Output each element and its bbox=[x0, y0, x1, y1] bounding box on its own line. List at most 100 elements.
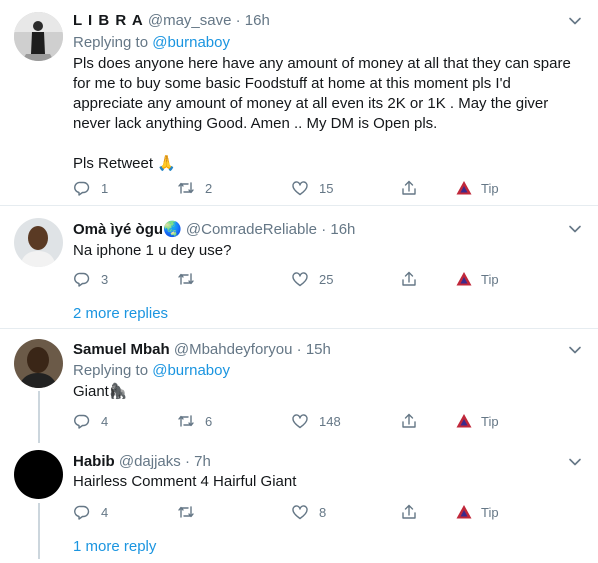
tip-button[interactable]: Tip bbox=[455, 411, 499, 431]
reply-count: 4 bbox=[101, 504, 109, 520]
reply-icon bbox=[74, 181, 90, 196]
user-handle[interactable]: @Mbahdeyforyou bbox=[174, 341, 293, 358]
like-icon bbox=[292, 272, 308, 287]
retweet-count: 6 bbox=[205, 413, 213, 429]
replying-to: Replying to @burnaboy bbox=[73, 33, 230, 52]
avatar[interactable] bbox=[14, 12, 63, 61]
show-more-replies-link[interactable]: 1 more reply bbox=[73, 538, 156, 555]
thread-line bbox=[38, 503, 40, 559]
timestamp[interactable]: 7h bbox=[194, 453, 211, 470]
tweet-actions: 3 25 Tip bbox=[73, 269, 593, 289]
reply-icon bbox=[74, 272, 90, 287]
show-more-replies-link[interactable]: 2 more replies bbox=[73, 305, 168, 322]
like-count: 15 bbox=[319, 180, 334, 196]
share-icon bbox=[402, 413, 416, 428]
separator: · bbox=[296, 341, 302, 358]
tweet-header: Habib @dajjaks · 7h bbox=[73, 452, 211, 471]
tweet-actions: 1 2 15 Tip bbox=[73, 178, 593, 198]
chevron-down-icon[interactable] bbox=[566, 341, 584, 359]
display-name[interactable]: Habib bbox=[73, 453, 115, 470]
mention-link[interactable]: @burnaboy bbox=[152, 34, 230, 51]
reply-button[interactable]: 3 bbox=[73, 269, 108, 289]
replying-to: Replying to @burnaboy bbox=[73, 361, 230, 380]
user-handle[interactable]: @may_save bbox=[148, 12, 232, 29]
avatar[interactable] bbox=[14, 218, 63, 267]
globe-emoji: 🌏 bbox=[163, 221, 182, 238]
tip-icon bbox=[456, 272, 472, 286]
retweet-button[interactable]: 2 bbox=[177, 178, 212, 198]
tweet-actions: 4 8 Tip bbox=[73, 502, 593, 522]
share-button[interactable] bbox=[400, 178, 418, 198]
tweet-text-line: for me to buy some basic Foodstuff at ho… bbox=[73, 75, 511, 92]
tweet-libra[interactable]: L I B R A @may_save · 16h Replying to @b… bbox=[0, 0, 598, 210]
separator: · bbox=[184, 453, 190, 470]
separator: · bbox=[235, 12, 241, 29]
tip-label: Tip bbox=[481, 413, 499, 429]
share-icon bbox=[402, 180, 416, 195]
tip-icon bbox=[456, 505, 472, 519]
like-button[interactable]: 8 bbox=[291, 502, 326, 522]
retweet-icon bbox=[178, 506, 194, 518]
like-button[interactable]: 25 bbox=[291, 269, 333, 289]
timestamp[interactable]: 15h bbox=[306, 341, 331, 358]
timestamp[interactable]: 16h bbox=[330, 221, 355, 238]
replying-to-label: Replying to bbox=[73, 34, 149, 51]
pray-emoji: 🙏 bbox=[157, 155, 176, 172]
avatar[interactable] bbox=[14, 450, 63, 499]
share-button[interactable] bbox=[400, 411, 418, 431]
tip-button[interactable]: Tip bbox=[455, 269, 499, 289]
avatar[interactable] bbox=[14, 339, 63, 388]
retweet-icon bbox=[178, 273, 194, 285]
tweet-text-line: Pls Retweet 🙏 bbox=[73, 154, 583, 174]
chevron-down-icon[interactable] bbox=[566, 453, 584, 471]
tweet-text: Hairless Comment 4 Hairful Giant bbox=[73, 473, 297, 490]
thread-line bbox=[38, 391, 40, 443]
reply-button[interactable]: 1 bbox=[73, 178, 108, 198]
chevron-down-icon[interactable] bbox=[566, 220, 584, 238]
retweet-count: 2 bbox=[205, 180, 213, 196]
tip-icon bbox=[456, 181, 472, 195]
retweet-button[interactable]: 6 bbox=[177, 411, 212, 431]
share-button[interactable] bbox=[400, 269, 418, 289]
retweet-button[interactable] bbox=[177, 502, 205, 522]
like-count: 25 bbox=[319, 271, 334, 287]
tweet-text: Giant🦍 bbox=[73, 382, 583, 402]
reply-button[interactable]: 4 bbox=[73, 411, 108, 431]
user-handle[interactable]: @dajjaks bbox=[119, 453, 181, 470]
reply-count: 1 bbox=[101, 180, 109, 196]
tip-icon bbox=[456, 414, 472, 428]
retweet-button[interactable] bbox=[177, 269, 205, 289]
display-name[interactable]: Samuel Mbah bbox=[73, 341, 170, 358]
display-name[interactable]: Omà ìyé ògu bbox=[73, 221, 163, 238]
tip-button[interactable]: Tip bbox=[455, 178, 499, 198]
reply-button[interactable]: 4 bbox=[73, 502, 108, 522]
tweet-oma[interactable]: Omà ìyé ògu🌏 @ComradeReliable · 16h Na i… bbox=[0, 206, 598, 296]
tweet-actions: 4 6 148 Tip bbox=[73, 411, 593, 431]
tweet-header: Omà ìyé ògu🌏 @ComradeReliable · 16h bbox=[73, 220, 355, 239]
share-button[interactable] bbox=[400, 502, 418, 522]
mention-link[interactable]: @burnaboy bbox=[152, 362, 230, 379]
tweet-text-line: never lack anything Good. Amen .. My DM … bbox=[73, 115, 438, 132]
like-button[interactable]: 148 bbox=[291, 411, 341, 431]
reply-icon bbox=[74, 505, 90, 520]
like-icon bbox=[292, 505, 308, 520]
chevron-down-icon[interactable] bbox=[566, 12, 584, 30]
tweet-text-line: Pls does anyone here have any amount of … bbox=[73, 55, 571, 72]
tip-label: Tip bbox=[481, 504, 499, 520]
tweet-header: Samuel Mbah @Mbahdeyforyou · 15h bbox=[73, 340, 331, 359]
tweet-text-main: Giant bbox=[73, 383, 109, 400]
replying-to-label: Replying to bbox=[73, 362, 149, 379]
retweet-icon bbox=[178, 415, 194, 427]
tweet-samuel[interactable]: Samuel Mbah @Mbahdeyforyou · 15h Replyin… bbox=[0, 329, 598, 443]
user-handle[interactable]: @ComradeReliable bbox=[186, 221, 317, 238]
share-icon bbox=[402, 271, 416, 286]
reply-icon bbox=[74, 414, 90, 429]
display-name[interactable]: L I B R A bbox=[73, 12, 144, 29]
timestamp[interactable]: 16h bbox=[245, 12, 270, 29]
like-button[interactable]: 15 bbox=[291, 178, 333, 198]
tweet-header: L I B R A @may_save · 16h bbox=[73, 11, 270, 30]
like-count: 8 bbox=[319, 504, 327, 520]
tweet-text-line: appreciate any amount of money at all ev… bbox=[73, 95, 549, 112]
tip-button[interactable]: Tip bbox=[455, 502, 499, 522]
tweet-habib[interactable]: Habib @dajjaks · 7h Hairless Comment 4 H… bbox=[0, 441, 598, 563]
